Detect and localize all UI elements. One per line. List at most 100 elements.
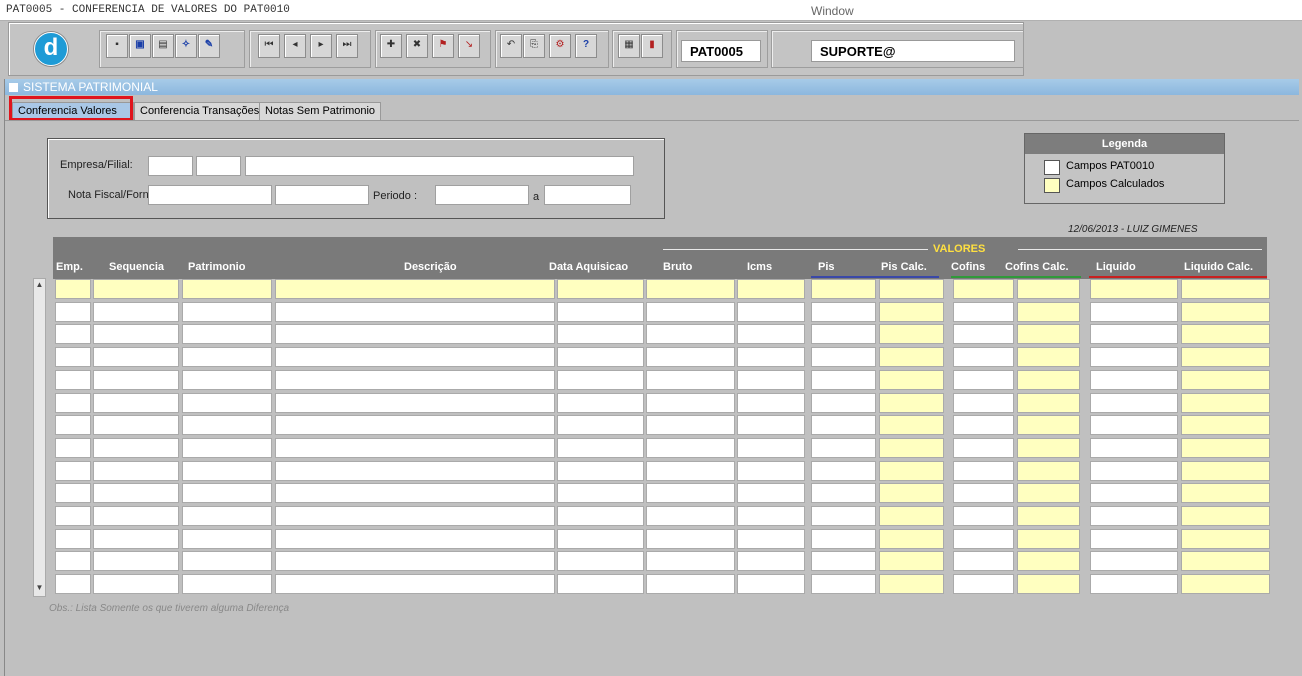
grid-cell[interactable] [275, 551, 555, 572]
grid-cell[interactable] [953, 574, 1014, 595]
periodo-start-field[interactable] [435, 185, 529, 205]
grid-cell[interactable] [1017, 551, 1080, 572]
grid-cell[interactable] [275, 392, 555, 413]
grid-cell[interactable] [93, 392, 179, 413]
insert-record-icon[interactable]: ✚ [380, 34, 402, 58]
grid-cell[interactable] [953, 551, 1014, 572]
grid-cell[interactable] [182, 460, 272, 481]
grid-cell[interactable] [93, 369, 179, 390]
grid-cell[interactable] [811, 392, 876, 413]
grid-cell[interactable] [953, 460, 1014, 481]
scroll-down-icon[interactable]: ▼ [35, 583, 44, 595]
grid-cell[interactable] [182, 574, 272, 595]
grid-cell[interactable] [811, 301, 876, 322]
grid-cell[interactable] [93, 279, 179, 299]
grid-cell[interactable] [646, 460, 735, 481]
grid-cell[interactable] [953, 279, 1014, 299]
grid-cell[interactable] [811, 551, 876, 572]
nota-fiscal-field[interactable] [148, 185, 272, 205]
grid-cell[interactable] [879, 460, 944, 481]
grid-cell[interactable] [953, 347, 1014, 368]
grid-cell[interactable] [811, 483, 876, 504]
scroll-up-icon[interactable]: ▲ [35, 280, 44, 292]
grid-cell[interactable] [879, 437, 944, 458]
grid-cell[interactable] [275, 324, 555, 345]
tools-icon[interactable]: ⚙ [549, 34, 571, 58]
grid-cell[interactable] [1181, 574, 1270, 595]
grid-cell[interactable] [557, 369, 644, 390]
grid-cell[interactable] [1090, 369, 1178, 390]
grid-cell[interactable] [1090, 279, 1178, 299]
last-record-icon[interactable]: ⏭ [336, 34, 358, 58]
grid-cell[interactable] [811, 460, 876, 481]
grid-cell[interactable] [557, 279, 644, 299]
empresa-name-field[interactable] [245, 156, 634, 176]
grid-cell[interactable] [879, 324, 944, 345]
grid-cell[interactable] [1181, 506, 1270, 526]
print-icon[interactable]: ▤ [152, 34, 174, 58]
grid-cell[interactable] [1017, 460, 1080, 481]
grid-cell[interactable] [953, 506, 1014, 526]
grid-cell[interactable] [1017, 506, 1080, 526]
grid-cell[interactable] [737, 528, 805, 549]
grid-cell[interactable] [182, 392, 272, 413]
grid-cell[interactable] [953, 324, 1014, 345]
grid-cell[interactable] [275, 369, 555, 390]
grid-cell[interactable] [182, 301, 272, 322]
grid-cell[interactable] [1090, 483, 1178, 504]
grid-cell[interactable] [1181, 347, 1270, 368]
grid-cell[interactable] [93, 324, 179, 345]
grid-cell[interactable] [1017, 279, 1080, 299]
grid-cell[interactable] [953, 301, 1014, 322]
grid-cell[interactable] [93, 551, 179, 572]
grid-cell[interactable] [557, 392, 644, 413]
grid-cell[interactable] [182, 347, 272, 368]
grid-cell[interactable] [93, 301, 179, 322]
grid-cell[interactable] [811, 369, 876, 390]
grid-cell[interactable] [811, 324, 876, 345]
grid-cell[interactable] [557, 301, 644, 322]
grid-cell[interactable] [646, 437, 735, 458]
grid-cell[interactable] [737, 483, 805, 504]
grid-cell[interactable] [879, 415, 944, 436]
help-icon[interactable]: ? [575, 34, 597, 58]
grid-cell[interactable] [275, 301, 555, 322]
grid-cell[interactable] [737, 324, 805, 345]
grid-cell[interactable] [879, 551, 944, 572]
grid-cell[interactable] [93, 460, 179, 481]
tab-notas-sem-patrimonio[interactable]: Notas Sem Patrimonio [259, 102, 381, 120]
grid-cell[interactable] [737, 574, 805, 595]
grid-cell[interactable] [182, 415, 272, 436]
grid-cell[interactable] [953, 369, 1014, 390]
copy-icon[interactable]: ⎘ [523, 34, 545, 58]
tab-conferencia-transacoes[interactable]: Conferencia Transações [134, 102, 260, 120]
grid-cell[interactable] [93, 574, 179, 595]
grid-cell[interactable] [1017, 437, 1080, 458]
grid-cell[interactable] [1181, 324, 1270, 345]
grid-cell[interactable] [55, 347, 91, 368]
grid-cell[interactable] [1017, 369, 1080, 390]
grid-cell[interactable] [275, 574, 555, 595]
grid-cell[interactable] [1017, 324, 1080, 345]
grid-cell[interactable] [275, 483, 555, 504]
edit-icon[interactable]: ✎ [198, 34, 220, 58]
window-icon[interactable]: ▣ [129, 34, 151, 58]
grid-cell[interactable] [182, 506, 272, 526]
grid-cell[interactable] [1181, 301, 1270, 322]
grid-cell[interactable] [811, 437, 876, 458]
grid-cell[interactable] [93, 437, 179, 458]
grid-cell[interactable] [1181, 369, 1270, 390]
save-icon[interactable]: ▪ [106, 34, 128, 58]
undo-icon[interactable]: ↶ [500, 34, 522, 58]
grid-cell[interactable] [737, 301, 805, 322]
periodo-end-field[interactable] [544, 185, 631, 205]
grid-cell[interactable] [1090, 437, 1178, 458]
grid-cell[interactable] [275, 415, 555, 436]
grid-cell[interactable] [1090, 392, 1178, 413]
grid-cell[interactable] [1181, 483, 1270, 504]
grid-cell[interactable] [55, 301, 91, 322]
grid-cell[interactable] [737, 415, 805, 436]
grid-cell[interactable] [182, 324, 272, 345]
grid-cell[interactable] [1090, 574, 1178, 595]
grid-cell[interactable] [1090, 551, 1178, 572]
